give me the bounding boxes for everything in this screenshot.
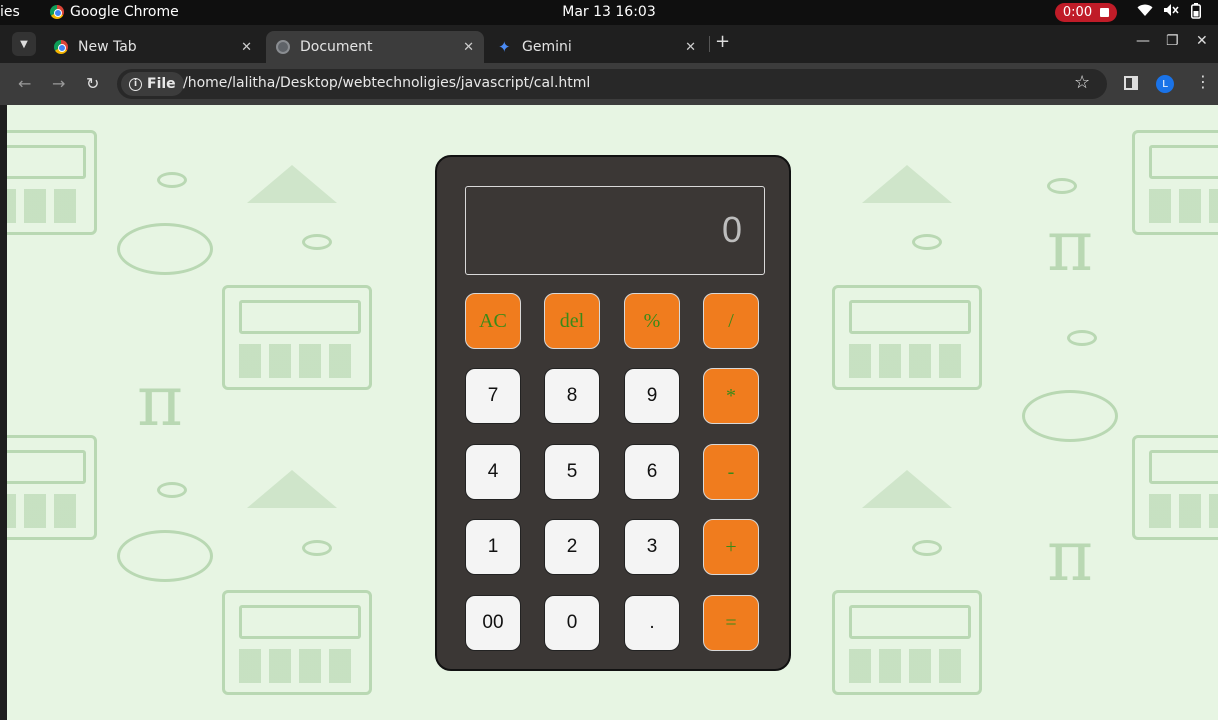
ellipse-pattern-icon bbox=[912, 540, 942, 556]
triangle-ruler-pattern-icon bbox=[862, 470, 952, 508]
tab-gemini[interactable]: ✦ Gemini ✕ bbox=[488, 31, 706, 63]
chrome-icon bbox=[50, 5, 64, 19]
chrome-icon bbox=[54, 40, 68, 54]
activities-button[interactable]: ies bbox=[0, 4, 20, 20]
calculator-pattern-icon bbox=[832, 285, 982, 390]
plus-button[interactable]: + bbox=[703, 519, 759, 575]
globe-icon bbox=[276, 40, 290, 54]
calculator-pattern-icon bbox=[1132, 130, 1218, 235]
stop-icon bbox=[1100, 8, 1110, 17]
ellipse-pattern-icon bbox=[302, 234, 332, 250]
calculator-pattern-icon bbox=[222, 285, 372, 390]
tab-strip: ▼ New Tab ✕ Document ✕ ✦ Gemini ✕ bbox=[0, 25, 1218, 63]
calculator-pattern-icon bbox=[7, 435, 97, 540]
pi-pattern-icon: π bbox=[137, 360, 184, 442]
calculator-pattern-icon bbox=[222, 590, 372, 695]
delete-button[interactable]: del bbox=[544, 293, 600, 349]
chip-label: File bbox=[147, 76, 176, 92]
digit-6-button[interactable]: 6 bbox=[624, 444, 680, 500]
url-text[interactable]: /home/lalitha/Desktop/webtechnoligies/ja… bbox=[183, 75, 590, 91]
tab-separator bbox=[709, 36, 710, 52]
forward-arrow-icon[interactable]: → bbox=[52, 74, 65, 93]
kebab-menu-icon[interactable]: ⋮ bbox=[1195, 72, 1211, 91]
divide-button[interactable]: / bbox=[703, 293, 759, 349]
recording-time: 0:00 bbox=[1062, 5, 1093, 20]
minus-button[interactable]: - bbox=[703, 444, 759, 500]
pi-pattern-icon: π bbox=[1047, 205, 1094, 287]
calculator-pattern-icon bbox=[832, 590, 982, 695]
ellipse-pattern-icon bbox=[912, 234, 942, 250]
app-name: Google Chrome bbox=[70, 4, 179, 20]
profile-avatar[interactable]: L bbox=[1156, 75, 1174, 93]
tab-title: Document bbox=[300, 39, 373, 55]
digit-1-button[interactable]: 1 bbox=[465, 519, 521, 575]
tab-title: Gemini bbox=[522, 39, 572, 55]
ellipse-pattern-icon bbox=[1067, 330, 1097, 346]
tab-document[interactable]: Document ✕ bbox=[266, 31, 484, 63]
reload-icon[interactable]: ↻ bbox=[86, 74, 99, 93]
close-icon[interactable]: ✕ bbox=[241, 40, 252, 55]
bookmark-star-icon[interactable]: ☆ bbox=[1074, 72, 1090, 93]
tab-title: New Tab bbox=[78, 39, 137, 55]
calculator-display[interactable]: 0 bbox=[465, 186, 765, 275]
digit-4-button[interactable]: 4 bbox=[465, 444, 521, 500]
wifi-icon[interactable] bbox=[1137, 3, 1153, 17]
calculator: 0 AC del % / 7 8 9 * 4 5 6 - 1 2 3 + 00 … bbox=[435, 155, 791, 671]
pie-pattern-icon bbox=[117, 530, 213, 582]
tab-new-tab[interactable]: New Tab ✕ bbox=[44, 31, 262, 63]
system-top-bar: ies Google Chrome Mar 13 16:03 0:00 bbox=[0, 0, 1218, 25]
calculator-pattern-icon bbox=[1132, 435, 1218, 540]
digit-0-button[interactable]: 0 bbox=[544, 595, 600, 651]
info-icon: i bbox=[129, 77, 142, 91]
ellipse-pattern-icon bbox=[157, 482, 187, 498]
decimal-point-button[interactable]: . bbox=[624, 595, 680, 651]
close-icon[interactable]: ✕ bbox=[685, 40, 696, 55]
digit-9-button[interactable]: 9 bbox=[624, 368, 680, 424]
side-panel-icon[interactable] bbox=[1124, 76, 1138, 90]
triangle-ruler-pattern-icon bbox=[247, 470, 337, 508]
multiply-button[interactable]: * bbox=[703, 368, 759, 424]
restore-icon[interactable]: ❐ bbox=[1166, 33, 1179, 49]
page-content: π π π 0 AC del % / 7 8 9 * 4 5 6 - 1 2 3… bbox=[7, 105, 1218, 720]
digit-8-button[interactable]: 8 bbox=[544, 368, 600, 424]
pie-pattern-icon bbox=[1022, 390, 1118, 442]
back-arrow-icon[interactable]: ← bbox=[18, 74, 31, 93]
digit-2-button[interactable]: 2 bbox=[544, 519, 600, 575]
ellipse-pattern-icon bbox=[1047, 178, 1077, 194]
minimize-icon[interactable]: — bbox=[1136, 33, 1150, 49]
clock[interactable]: Mar 13 16:03 bbox=[562, 4, 655, 20]
equals-button[interactable]: = bbox=[703, 595, 759, 651]
ellipse-pattern-icon bbox=[302, 540, 332, 556]
volume-muted-icon[interactable] bbox=[1163, 3, 1179, 17]
digit-3-button[interactable]: 3 bbox=[624, 519, 680, 575]
screen-recording-indicator[interactable]: 0:00 bbox=[1055, 3, 1117, 22]
close-icon[interactable]: ✕ bbox=[463, 40, 474, 55]
percent-button[interactable]: % bbox=[624, 293, 680, 349]
browser-toolbar: ← → ↻ i File /home/lalitha/Desktop/webte… bbox=[0, 63, 1218, 105]
ellipse-pattern-icon bbox=[157, 172, 187, 188]
gemini-icon: ✦ bbox=[498, 38, 511, 56]
app-menu[interactable]: Google Chrome bbox=[50, 4, 179, 20]
tab-search-chevron-icon[interactable]: ▼ bbox=[12, 32, 36, 56]
digit-5-button[interactable]: 5 bbox=[544, 444, 600, 500]
address-bar[interactable]: i File /home/lalitha/Desktop/webtechnoli… bbox=[117, 69, 1107, 99]
triangle-ruler-pattern-icon bbox=[247, 165, 337, 203]
new-tab-plus-icon[interactable]: + bbox=[715, 31, 730, 52]
calculator-pattern-icon bbox=[7, 130, 97, 235]
site-info-chip[interactable]: i File bbox=[121, 72, 184, 96]
digit-7-button[interactable]: 7 bbox=[465, 368, 521, 424]
clear-button[interactable]: AC bbox=[465, 293, 521, 349]
battery-icon[interactable] bbox=[1191, 3, 1201, 19]
pi-pattern-icon: π bbox=[1047, 515, 1094, 597]
pie-pattern-icon bbox=[117, 223, 213, 275]
close-window-icon[interactable]: ✕ bbox=[1196, 33, 1208, 49]
triangle-ruler-pattern-icon bbox=[862, 165, 952, 203]
double-zero-button[interactable]: 00 bbox=[465, 595, 521, 651]
